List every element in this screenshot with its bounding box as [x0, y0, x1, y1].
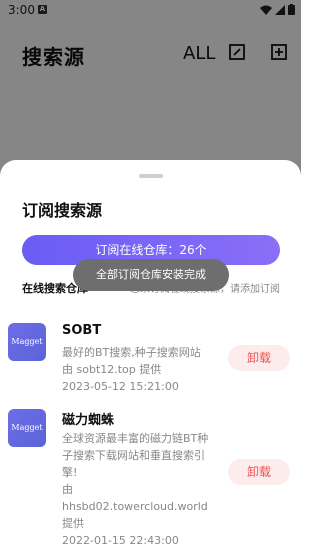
source-name: 磁力蜘蛛 — [62, 413, 115, 428]
magget-logo-icon: Magget — [8, 409, 46, 447]
source-description: 最好的BT搜索,种子搜索网站 由 sobt12.top 提供 2023-05-1… — [62, 344, 222, 395]
desc-line: 最好的BT搜索,种子搜索网站 — [62, 346, 201, 359]
desc-line: 全球资源最丰富的磁力链BT种 — [62, 432, 209, 445]
desc-line: 2023-05-12 15:21:00 — [62, 380, 179, 393]
desc-line: 由 sobt12.top 提供 — [62, 363, 162, 376]
desc-line: 提供 — [62, 517, 84, 530]
desc-line: 擎! — [62, 466, 78, 479]
toast-message: 全部订阅仓库安装完成 — [73, 259, 229, 291]
source-name: SOBT — [62, 323, 102, 338]
subscribe-sheet: 订阅搜索源 订阅在线仓库：26个 在线搜索仓库 您未订阅在线搜索源，请添加订阅 … — [0, 160, 301, 547]
source-description: 全球资源最丰富的磁力链BT种 子搜索下载网站和垂直搜索引 擎! 由 hhsbd0… — [62, 430, 222, 549]
desc-line: 由 hhsbd02.towercloud.world — [62, 483, 208, 513]
desc-line: 子搜索下载网站和垂直搜索引 — [62, 449, 205, 462]
unload-button[interactable]: 卸载 — [228, 345, 290, 371]
unload-button[interactable]: 卸载 — [228, 459, 290, 485]
sheet-title: 订阅搜索源 — [22, 201, 103, 220]
magget-logo-icon: Magget — [8, 323, 46, 361]
drag-handle[interactable] — [139, 174, 163, 178]
